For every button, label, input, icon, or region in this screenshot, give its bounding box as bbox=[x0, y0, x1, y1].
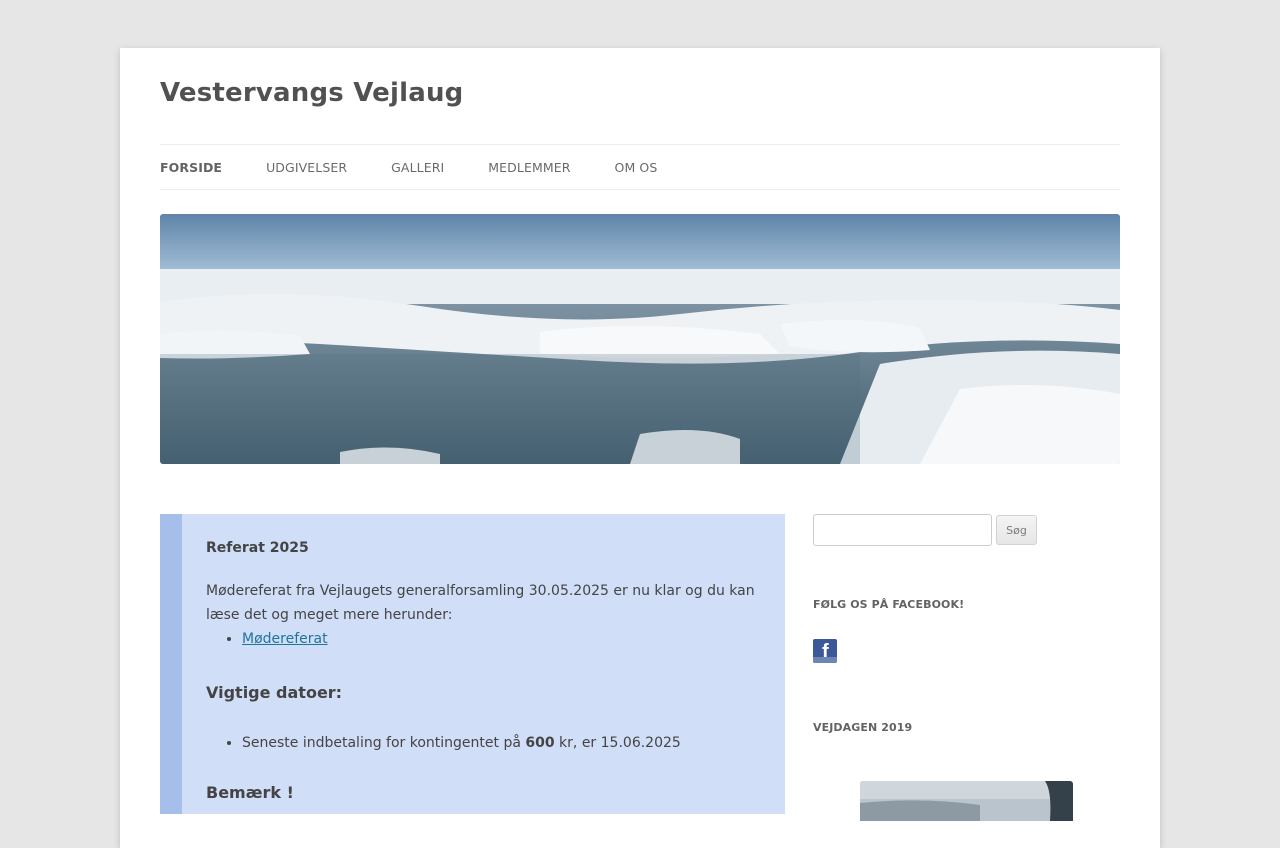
search-button[interactable]: Søg bbox=[996, 515, 1037, 545]
frozen-sea-photo bbox=[160, 214, 1120, 464]
nav-item-forside[interactable]: FORSIDE bbox=[160, 160, 222, 175]
nav-item-om-os[interactable]: OM OS bbox=[615, 160, 658, 175]
nav-item-medlemmer[interactable]: MEDLEMMER bbox=[488, 160, 570, 175]
site-title[interactable]: Vestervangs Vejlaug bbox=[160, 78, 463, 108]
dates-list: Seneste indbetaling for kontingentet på … bbox=[206, 731, 761, 755]
post-content: Referat 2025 Mødereferat fra Vejlaugets … bbox=[160, 514, 785, 814]
vejdagen-widget-title: VEJDAGEN 2019 bbox=[813, 721, 913, 734]
important-dates-heading: Vigtige datoer: bbox=[206, 683, 343, 702]
search-form: Søg bbox=[813, 514, 1120, 546]
modereferat-link[interactable]: Mødereferat bbox=[242, 631, 328, 647]
post-intro: Mødereferat fra Vejlaugets generalforsam… bbox=[206, 583, 755, 623]
main-navigation: FORSIDE UDGIVELSER GALLERI MEDLEMMER OM … bbox=[160, 144, 1120, 190]
note-heading: Bemærk ! bbox=[206, 783, 294, 802]
payment-text-suffix: kr, er 15.06.2025 bbox=[554, 735, 681, 751]
nav-item-galleri[interactable]: GALLERI bbox=[391, 160, 444, 175]
post-links-list: Mødereferat bbox=[206, 627, 761, 651]
nav-item-udgivelser[interactable]: UDGIVELSER bbox=[266, 160, 347, 175]
payment-text-prefix: Seneste indbetaling for kontingentet på bbox=[242, 735, 526, 751]
page-container: Vestervangs Vejlaug FORSIDE UDGIVELSER G… bbox=[120, 48, 1160, 848]
facebook-icon[interactable]: f bbox=[813, 639, 837, 663]
header-image bbox=[160, 214, 1120, 464]
post-title: Referat 2025 bbox=[206, 540, 309, 556]
list-item: Seneste indbetaling for kontingentet på … bbox=[242, 731, 761, 755]
facebook-widget-title: FØLG OS PÅ FACEBOOK! bbox=[813, 598, 965, 611]
facebook-widget: FØLG OS PÅ FACEBOOK! f bbox=[813, 598, 964, 663]
payment-amount: 600 bbox=[525, 735, 555, 751]
sidebar: Søg FØLG OS PÅ FACEBOOK! f VEJDAGEN 2019 bbox=[813, 514, 1120, 821]
search-input[interactable] bbox=[813, 514, 992, 546]
vejdagen-image[interactable] bbox=[860, 781, 1073, 821]
list-item: Mødereferat bbox=[242, 627, 761, 651]
vejdagen-photo bbox=[860, 781, 1073, 821]
